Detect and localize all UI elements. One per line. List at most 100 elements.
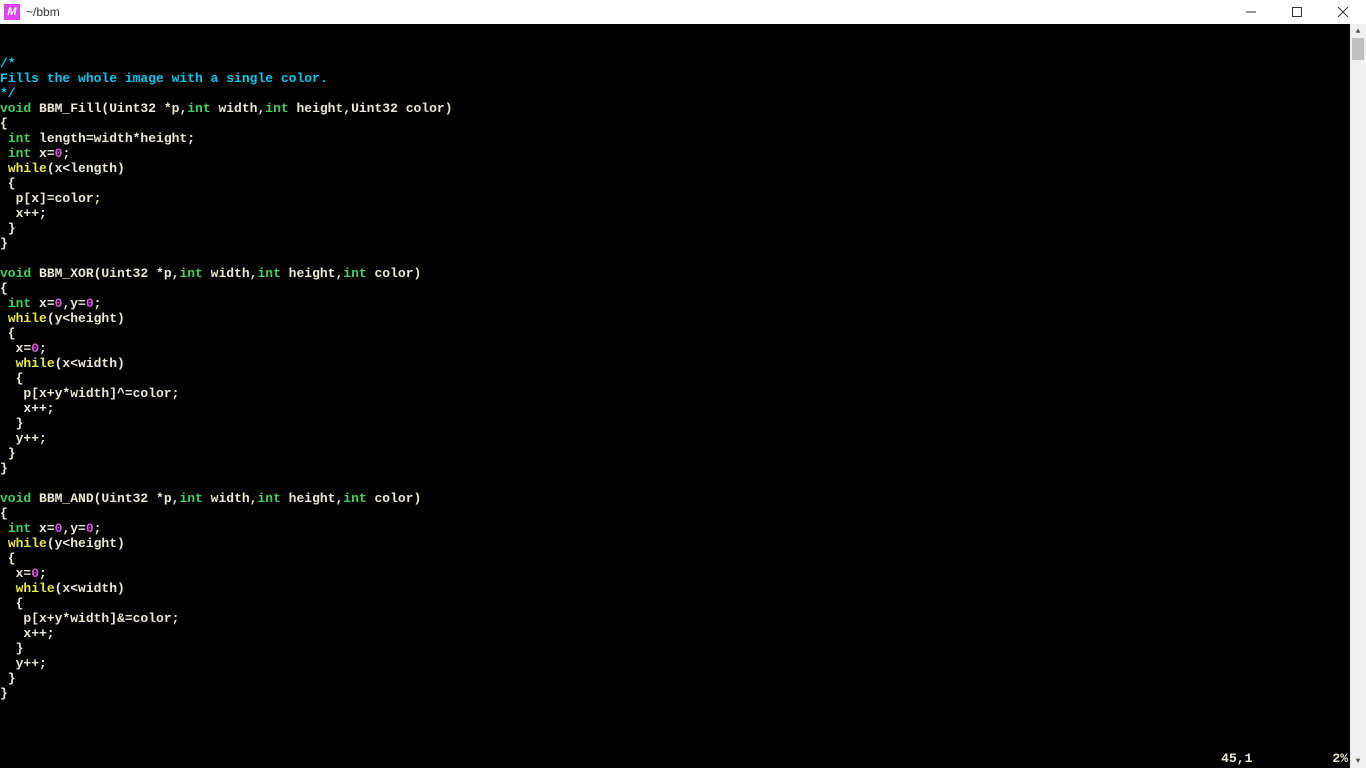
close-icon bbox=[1338, 7, 1348, 17]
code-line: while(x<width) bbox=[0, 356, 1366, 371]
code-token bbox=[0, 146, 8, 161]
code-token: { bbox=[0, 506, 8, 521]
code-token: void bbox=[0, 491, 31, 506]
code-token: while bbox=[16, 581, 55, 596]
code-token bbox=[0, 131, 8, 146]
code-token: x= bbox=[0, 566, 31, 581]
code-token: while bbox=[8, 161, 47, 176]
code-line: { bbox=[0, 326, 1366, 341]
code-token: while bbox=[16, 356, 55, 371]
code-line: { bbox=[0, 176, 1366, 191]
maximize-button[interactable] bbox=[1274, 0, 1320, 24]
code-token: void bbox=[0, 266, 31, 281]
code-token: } bbox=[0, 671, 16, 686]
code-token: (x<width) bbox=[55, 356, 125, 371]
code-token: int bbox=[343, 266, 366, 281]
code-line: p[x]=color; bbox=[0, 191, 1366, 206]
cursor-position: 45,1 bbox=[1221, 751, 1252, 766]
code-token: Fills the whole image with a single colo… bbox=[0, 71, 328, 86]
minimize-button[interactable] bbox=[1228, 0, 1274, 24]
code-token: */ bbox=[0, 86, 16, 101]
code-token: x= bbox=[0, 341, 31, 356]
code-token bbox=[0, 536, 8, 551]
scrollbar-thumb[interactable] bbox=[1352, 38, 1364, 60]
code-line bbox=[0, 476, 1366, 491]
code-line: Fills the whole image with a single colo… bbox=[0, 71, 1366, 86]
scrollbar-down-arrow[interactable]: ▼ bbox=[1350, 754, 1366, 768]
code-token: ; bbox=[62, 146, 70, 161]
code-token: int bbox=[8, 131, 31, 146]
code-line: x++; bbox=[0, 401, 1366, 416]
code-token: width, bbox=[203, 491, 258, 506]
code-token: { bbox=[0, 326, 16, 341]
code-token: p[x]=color; bbox=[0, 191, 101, 206]
titlebar-left: M ~/bbm bbox=[0, 4, 60, 20]
code-token: { bbox=[0, 371, 23, 386]
code-token: int bbox=[343, 491, 366, 506]
code-token: height, bbox=[281, 266, 343, 281]
code-line: void BBM_AND(Uint32 *p,int width,int hei… bbox=[0, 491, 1366, 506]
app-icon: M bbox=[4, 4, 20, 20]
code-token: } bbox=[0, 416, 23, 431]
code-token: } bbox=[0, 686, 8, 701]
window-title: ~/bbm bbox=[26, 5, 60, 19]
code-token: color) bbox=[367, 491, 422, 506]
code-token: int bbox=[257, 266, 280, 281]
scroll-percent: 2% bbox=[1332, 751, 1348, 766]
code-line: } bbox=[0, 461, 1366, 476]
code-token: { bbox=[0, 551, 16, 566]
code-token: color) bbox=[367, 266, 422, 281]
code-line: { bbox=[0, 506, 1366, 521]
code-token bbox=[0, 296, 8, 311]
code-line: { bbox=[0, 371, 1366, 386]
code-token: (x<length) bbox=[47, 161, 125, 176]
code-token: int bbox=[8, 296, 31, 311]
code-token: ; bbox=[94, 521, 102, 536]
code-line: int x=0,y=0; bbox=[0, 521, 1366, 536]
scrollbar-up-arrow[interactable]: ▲ bbox=[1350, 24, 1366, 38]
close-button[interactable] bbox=[1320, 0, 1366, 24]
code-line: void BBM_XOR(Uint32 *p,int width,int hei… bbox=[0, 266, 1366, 281]
code-token bbox=[0, 476, 8, 491]
code-token: } bbox=[0, 641, 23, 656]
code-token: y++; bbox=[0, 431, 47, 446]
top-gap bbox=[0, 24, 1366, 56]
code-token: x= bbox=[31, 521, 54, 536]
code-line bbox=[0, 251, 1366, 266]
code-line: x=0; bbox=[0, 341, 1366, 356]
code-token bbox=[0, 161, 8, 176]
code-token bbox=[0, 356, 16, 371]
code-line: { bbox=[0, 281, 1366, 296]
code-token: } bbox=[0, 236, 8, 251]
code-token: width, bbox=[203, 266, 258, 281]
code-token: 0 bbox=[31, 341, 39, 356]
code-line: x=0; bbox=[0, 566, 1366, 581]
code-token: int bbox=[187, 101, 210, 116]
maximize-icon bbox=[1292, 7, 1302, 17]
code-token: height, bbox=[281, 491, 343, 506]
code-token: { bbox=[0, 596, 23, 611]
scrollbar[interactable]: ▲ ▼ bbox=[1350, 24, 1366, 768]
code-token: 0 bbox=[86, 296, 94, 311]
code-line: } bbox=[0, 221, 1366, 236]
code-token: y++; bbox=[0, 656, 47, 671]
code-token bbox=[0, 521, 8, 536]
code-token: { bbox=[0, 116, 8, 131]
code-token: } bbox=[0, 446, 16, 461]
code-token: x= bbox=[31, 146, 54, 161]
code-line: p[x+y*width]^=color; bbox=[0, 386, 1366, 401]
code-token: height,Uint32 color) bbox=[289, 101, 453, 116]
code-line: } bbox=[0, 416, 1366, 431]
code-token: BBM_Fill(Uint32 *p, bbox=[31, 101, 187, 116]
code-token: int bbox=[179, 266, 202, 281]
code-token: length=width*height; bbox=[31, 131, 195, 146]
code-token bbox=[0, 581, 16, 596]
code-token: (y<height) bbox=[47, 536, 125, 551]
code-token: while bbox=[8, 536, 47, 551]
code-line: int x=0,y=0; bbox=[0, 296, 1366, 311]
code-token: BBM_AND(Uint32 *p, bbox=[31, 491, 179, 506]
code-line: } bbox=[0, 671, 1366, 686]
code-editor[interactable]: /*Fills the whole image with a single co… bbox=[0, 56, 1366, 701]
code-token: x= bbox=[31, 296, 54, 311]
code-line: /* bbox=[0, 56, 1366, 71]
